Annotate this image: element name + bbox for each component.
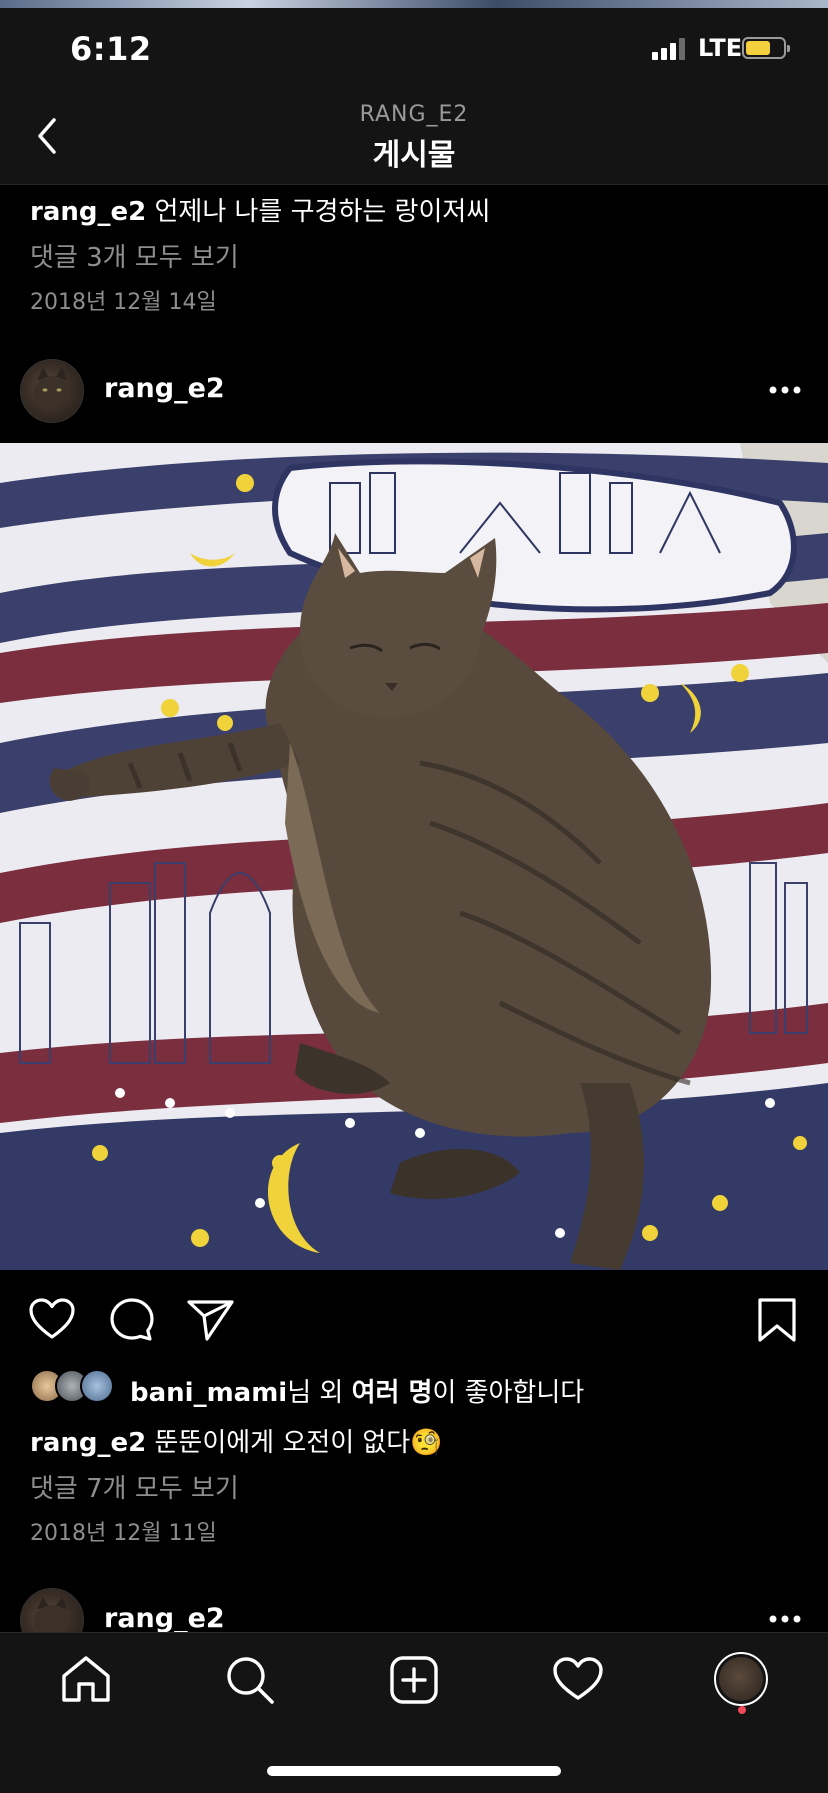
caption-username[interactable]: rang_e2 [30, 1428, 146, 1458]
comment-icon[interactable] [108, 1296, 156, 1344]
more-horizontal-icon[interactable] [768, 1614, 802, 1624]
home-icon[interactable] [60, 1654, 112, 1704]
cat-on-bed-image [0, 443, 828, 1270]
comments-link[interactable]: 댓글 7개 모두 보기 [30, 1468, 239, 1505]
caption-emoji: 🧐 [410, 1428, 443, 1458]
activity-heart-icon[interactable] [552, 1656, 604, 1702]
notification-dot [738, 1706, 746, 1714]
liker-avatar-3 [80, 1369, 114, 1403]
post-caption: rang_e2 뚠뚠이에게 오전이 없다🧐 [30, 1422, 443, 1459]
cat-avatar-icon [34, 368, 70, 408]
likes-suffix2: 이 좋아합니다 [432, 1378, 585, 1408]
home-indicator [267, 1766, 561, 1776]
post-username[interactable]: rang_e2 [104, 373, 225, 404]
caption-text: 뚠뚠이에게 오전이 없다 [154, 1428, 411, 1458]
prev-post-date: 2018년 12월 14일 [30, 290, 217, 315]
top-wallpaper-strip [0, 0, 828, 8]
battery-icon [742, 37, 790, 59]
liked-by-avatars [30, 1369, 120, 1405]
heart-icon[interactable] [28, 1297, 76, 1341]
likes-suffix1: 님 외 [287, 1378, 352, 1408]
prev-post-caption-username[interactable]: rang_e2 [30, 197, 146, 227]
prev-post-comments-link[interactable]: 댓글 3개 모두 보기 [30, 237, 239, 274]
next-post-username[interactable]: rang_e2 [104, 1603, 225, 1634]
add-post-icon[interactable] [388, 1654, 440, 1706]
nav-subtitle: RANG_E2 [359, 102, 469, 127]
likes-others[interactable]: 여러 명 [352, 1378, 433, 1408]
likes-summary[interactable]: bani_mami님 외 여러 명이 좋아합니다 [130, 1372, 584, 1409]
cellular-signal-icon [652, 38, 685, 60]
more-horizontal-icon[interactable] [768, 385, 802, 395]
post-photo[interactable] [0, 443, 828, 1270]
bookmark-icon[interactable] [756, 1296, 798, 1344]
avatar[interactable] [20, 359, 84, 423]
search-icon[interactable] [224, 1654, 276, 1706]
profile-tab[interactable] [714, 1652, 768, 1706]
prev-post-caption-text: 언제나 나를 구경하는 랑이저씨 [154, 197, 491, 227]
profile-avatar-icon [719, 1657, 763, 1701]
prev-post-caption: rang_e2 언제나 나를 구경하는 랑이저씨 [30, 191, 490, 228]
page-title: 게시물 [372, 138, 456, 173]
likes-user[interactable]: bani_mami [130, 1378, 287, 1408]
paper-plane-icon[interactable] [186, 1298, 236, 1342]
network-type: LTE [698, 34, 743, 62]
post-date: 2018년 12월 11일 [30, 1521, 217, 1546]
status-time: 6:12 [70, 30, 152, 68]
